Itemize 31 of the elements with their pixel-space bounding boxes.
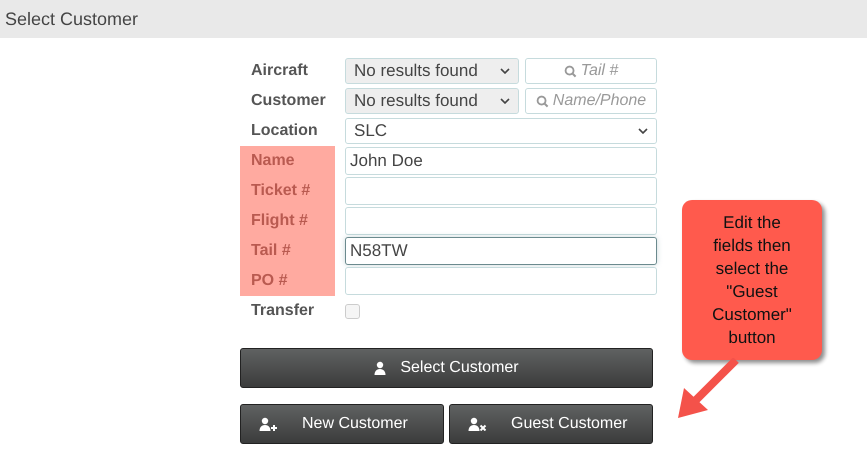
action-button[interactable]: Guest Customer — [449, 404, 653, 444]
chevron-icon — [638, 128, 648, 134]
search-icon — [536, 94, 549, 108]
placeholder-text: Tail # — [580, 62, 618, 80]
field-label: PO # — [240, 266, 335, 296]
user-remove-icon — [468, 417, 487, 431]
chevron-icon — [500, 68, 510, 74]
field-label: Aircraft — [250, 61, 309, 81]
user-plus-icon — [259, 417, 278, 431]
placeholder-text: Name/Phone — [552, 92, 646, 110]
input-field[interactable]: N58TW — [345, 237, 657, 265]
field-label: Tail # — [240, 236, 335, 266]
field-label: Transfer — [250, 301, 316, 321]
field-label: Name — [240, 146, 335, 176]
input-field[interactable] — [345, 267, 657, 295]
user-icon — [374, 361, 386, 375]
checkbox[interactable] — [345, 304, 360, 318]
search-icon — [564, 64, 577, 78]
field-label: Location — [250, 121, 319, 141]
action-button[interactable]: Select Customer — [240, 348, 653, 388]
input-field[interactable]: John Doe — [345, 147, 657, 175]
callout-text: Edit the fields then select the "Guest Customer" button — [711, 212, 793, 349]
action-button[interactable]: New Customer — [240, 404, 444, 444]
field-label: Flight # — [240, 206, 335, 236]
select-field[interactable]: SLC — [345, 118, 657, 144]
chevron-icon — [500, 98, 510, 104]
input-field[interactable] — [345, 207, 657, 235]
field-label: Customer — [250, 91, 327, 111]
page-title: Select Customer — [5, 8, 138, 30]
field-label: Ticket # — [240, 176, 335, 206]
input-field[interactable] — [345, 177, 657, 205]
